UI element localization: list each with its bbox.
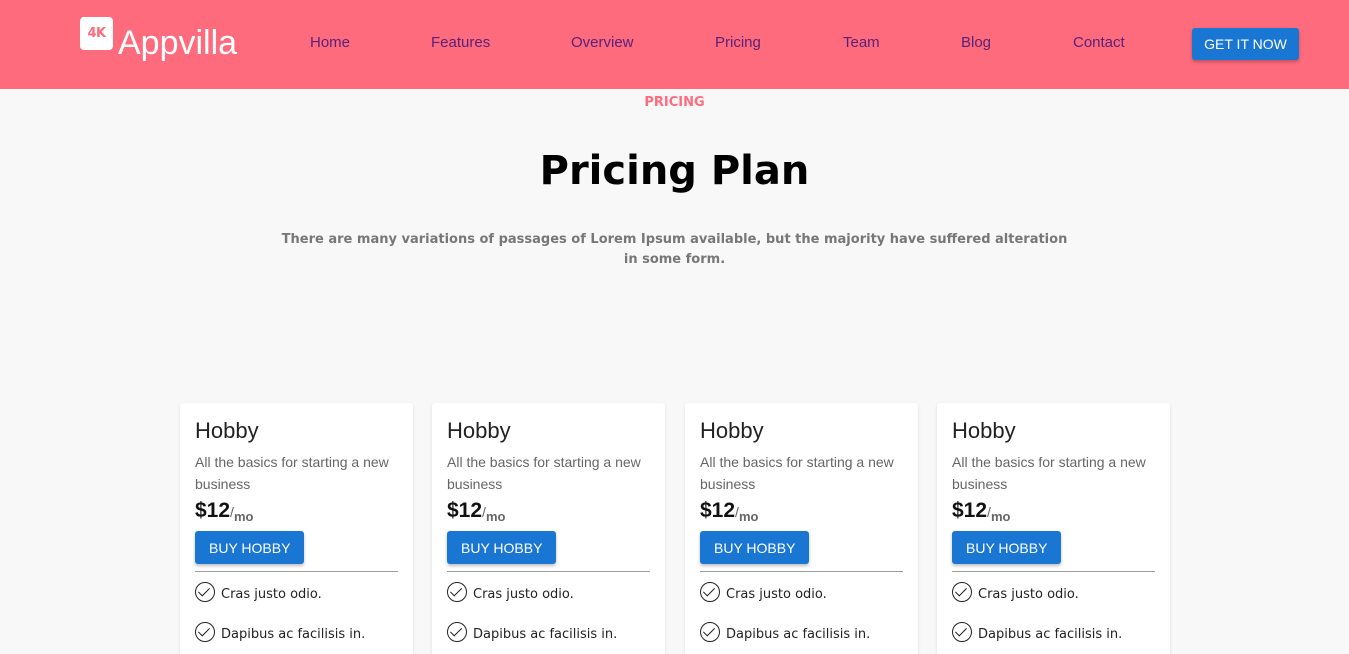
buy-hobby-button[interactable]: BUY HOBBY (195, 531, 305, 564)
check-circle-icon (195, 622, 215, 642)
price-unit: mo (233, 509, 254, 524)
feature-item: Dapibus ac facilisis in. (700, 612, 903, 652)
feature-item: Dapibus ac facilisis in. (952, 612, 1155, 652)
nav-blog[interactable]: Blog (961, 34, 991, 52)
feature-text: Dapibus ac facilisis in. (221, 626, 366, 642)
check-circle-icon (700, 622, 720, 642)
plan-name: Hobby (952, 418, 1016, 443)
price-amount: $12 (447, 499, 483, 522)
nav-features[interactable]: Features (431, 34, 490, 52)
brand-name: Appvilla (118, 23, 238, 62)
feature-item: Cras justo odio. (195, 572, 398, 612)
feature-text: Cras justo odio. (978, 586, 1079, 602)
plan-name: Hobby (195, 418, 259, 443)
nav-overview[interactable]: Overview (571, 34, 634, 52)
check-circle-icon (447, 622, 467, 642)
buy-hobby-button[interactable]: BUY HOBBY (447, 531, 557, 564)
section-eyebrow: PRICING (644, 95, 705, 110)
pricing-card: Hobby All the basics for starting a new … (432, 403, 665, 654)
check-circle-icon (700, 582, 720, 602)
plan-description: All the basics for starting a new busine… (952, 454, 1146, 492)
feature-text: Dapibus ac facilisis in. (726, 626, 871, 642)
nav-pricing[interactable]: Pricing (715, 34, 761, 52)
top-navbar: 4K Appvilla Home Features Overview Prici… (0, 0, 1349, 89)
feature-text: Cras justo odio. (726, 586, 827, 602)
check-circle-icon (952, 622, 972, 642)
brand-link[interactable]: 4K Appvilla (80, 16, 238, 67)
buy-hobby-button[interactable]: BUY HOBBY (952, 531, 1062, 564)
feature-text: Cras justo odio. (473, 586, 574, 602)
plan-description: All the basics for starting a new busine… (195, 454, 389, 492)
price-unit: mo (738, 509, 759, 524)
plan-price: $12/mo (952, 497, 1155, 527)
pricing-card: Hobby All the basics for starting a new … (685, 403, 918, 654)
feature-item: Cras justo odio. (952, 572, 1155, 612)
plan-price: $12/mo (195, 497, 398, 527)
feature-item: Dapibus ac facilisis in. (195, 612, 398, 652)
check-circle-icon (952, 582, 972, 602)
plan-name: Hobby (700, 418, 764, 443)
price-amount: $12 (952, 499, 988, 522)
feature-text: Dapibus ac facilisis in. (978, 626, 1123, 642)
plan-description: All the basics for starting a new busine… (447, 454, 641, 492)
plan-price: $12/mo (700, 497, 903, 527)
price-amount: $12 (700, 499, 736, 522)
section-subtitle: There are many variations of passages of… (281, 232, 1068, 267)
plan-price: $12/mo (447, 497, 650, 527)
feature-text: Dapibus ac facilisis in. (473, 626, 618, 642)
check-circle-icon (195, 582, 215, 602)
price-unit: mo (485, 509, 506, 524)
feature-item: Cras justo odio. (447, 572, 650, 612)
buy-hobby-button[interactable]: BUY HOBBY (700, 531, 810, 564)
price-amount: $12 (195, 499, 231, 522)
brand-logo-icon: 4K (80, 16, 113, 50)
nav-contact[interactable]: Contact (1073, 34, 1125, 52)
get-it-now-button[interactable]: GET IT NOW (1192, 28, 1299, 60)
price-unit: mo (990, 509, 1011, 524)
plan-name: Hobby (447, 418, 511, 443)
nav-team[interactable]: Team (843, 34, 880, 52)
nav-home[interactable]: Home (310, 34, 350, 52)
plan-description: All the basics for starting a new busine… (700, 454, 894, 492)
section-title: Pricing Plan (539, 148, 810, 194)
feature-item: Cras justo odio. (700, 572, 903, 612)
check-circle-icon (447, 582, 467, 602)
pricing-card: Hobby All the basics for starting a new … (180, 403, 413, 654)
brand-logo-text: 4K (87, 25, 106, 41)
pricing-card: Hobby All the basics for starting a new … (937, 403, 1170, 654)
feature-item: Dapibus ac facilisis in. (447, 612, 650, 652)
feature-text: Cras justo odio. (221, 586, 322, 602)
